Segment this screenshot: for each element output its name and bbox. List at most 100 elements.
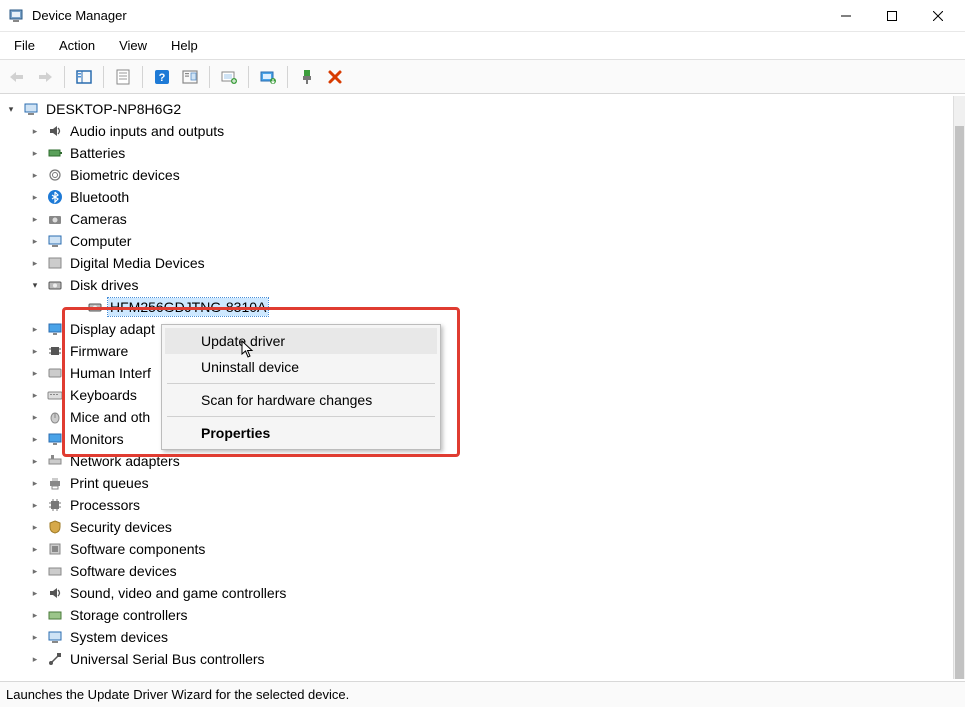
caret-icon[interactable]: ▸	[28, 432, 42, 446]
bluetooth-icon	[46, 188, 64, 206]
caret-icon[interactable]: ▸	[28, 454, 42, 468]
svg-text:?: ?	[159, 72, 166, 84]
caret-icon[interactable]: ▸	[28, 256, 42, 270]
toolbar-back-button[interactable]	[4, 64, 30, 90]
tree-root[interactable]: ▾ DESKTOP-NP8H6G2	[2, 98, 951, 120]
tree-category-software-devices[interactable]: ▸ Software devices	[24, 560, 951, 582]
camera-icon	[46, 210, 64, 228]
audio-icon	[46, 122, 64, 140]
menu-help[interactable]: Help	[159, 34, 210, 57]
context-menu-properties[interactable]: Properties	[165, 420, 437, 446]
tree-category-software-components[interactable]: ▸ Software components	[24, 538, 951, 560]
toolbar-enable-device-button[interactable]	[294, 64, 320, 90]
toolbar-update-driver-button[interactable]	[255, 64, 281, 90]
toolbar-uninstall-device-button[interactable]	[322, 64, 348, 90]
caret-icon[interactable]: ▸	[28, 190, 42, 204]
tree-category-digital-media[interactable]: ▸ Digital Media Devices	[24, 252, 951, 274]
caret-icon[interactable]: ▸	[28, 652, 42, 666]
context-menu-uninstall-device[interactable]: Uninstall device	[165, 354, 437, 380]
caret-icon[interactable]: ▸	[28, 366, 42, 380]
tree-category-security[interactable]: ▸ Security devices	[24, 516, 951, 538]
caret-icon[interactable]: ▸	[28, 542, 42, 556]
context-menu-separator	[167, 416, 435, 417]
caret-icon[interactable]: ▾	[4, 102, 18, 116]
keyboard-icon	[46, 386, 64, 404]
tree-category-biometric[interactable]: ▸ Biometric devices	[24, 164, 951, 186]
app-icon	[8, 8, 24, 24]
caret-icon[interactable]: ▸	[28, 146, 42, 160]
scrollbar-thumb[interactable]	[955, 126, 964, 679]
tree-category-disk-drives[interactable]: ▾ Disk drives	[24, 274, 951, 296]
toolbar-properties-button[interactable]	[110, 64, 136, 90]
close-button[interactable]	[915, 1, 961, 31]
tree-category-usb[interactable]: ▸ Universal Serial Bus controllers	[24, 648, 951, 670]
tree-device-disk-child[interactable]: ▸ HFM256GDJTNG-8310A	[68, 296, 951, 318]
caret-icon[interactable]: ▸	[28, 630, 42, 644]
menu-file[interactable]: File	[2, 34, 47, 57]
context-menu: Update driver Uninstall device Scan for …	[161, 324, 441, 450]
toolbar-action-center-button[interactable]	[177, 64, 203, 90]
context-menu-separator	[167, 383, 435, 384]
fingerprint-icon	[46, 166, 64, 184]
monitor-icon	[46, 430, 64, 448]
printer-icon	[46, 474, 64, 492]
caret-icon[interactable]: ▸	[28, 410, 42, 424]
context-menu-scan-hardware[interactable]: Scan for hardware changes	[165, 387, 437, 413]
security-icon	[46, 518, 64, 536]
vertical-scrollbar[interactable]	[953, 96, 965, 679]
caret-icon[interactable]: ▸	[28, 476, 42, 490]
tree-category-sound[interactable]: ▸ Sound, video and game controllers	[24, 582, 951, 604]
network-icon	[46, 452, 64, 470]
window-title: Device Manager	[32, 8, 127, 23]
tree-root-label: DESKTOP-NP8H6G2	[44, 100, 183, 118]
status-text: Launches the Update Driver Wizard for th…	[6, 687, 349, 702]
tree-category-cameras[interactable]: ▸ Cameras	[24, 208, 951, 230]
caret-icon[interactable]: ▸	[28, 520, 42, 534]
tree-category-computer[interactable]: ▸ Computer	[24, 230, 951, 252]
chip-icon	[46, 342, 64, 360]
minimize-button[interactable]	[823, 1, 869, 31]
storage-icon	[46, 606, 64, 624]
tree-category-bluetooth[interactable]: ▸ Bluetooth	[24, 186, 951, 208]
software-device-icon	[46, 562, 64, 580]
tree-category-storage-controllers[interactable]: ▸ Storage controllers	[24, 604, 951, 626]
toolbar-help-button[interactable]: ?	[149, 64, 175, 90]
toolbar-show-hide-console-button[interactable]	[71, 64, 97, 90]
computer-icon	[22, 100, 40, 118]
disk-icon	[46, 276, 64, 294]
caret-icon[interactable]: ▸	[28, 586, 42, 600]
tree-category-processors[interactable]: ▸ Processors	[24, 494, 951, 516]
menu-view[interactable]: View	[107, 34, 159, 57]
toolbar-scan-hardware-button[interactable]	[216, 64, 242, 90]
caret-icon[interactable]: ▸	[28, 564, 42, 578]
caret-icon[interactable]: ▸	[28, 124, 42, 138]
cpu-icon	[46, 496, 64, 514]
tree-category-system-devices[interactable]: ▸ System devices	[24, 626, 951, 648]
tree-category-audio[interactable]: ▸ Audio inputs and outputs	[24, 120, 951, 142]
caret-icon[interactable]: ▸	[28, 168, 42, 182]
tree-category-batteries[interactable]: ▸ Batteries	[24, 142, 951, 164]
media-icon	[46, 254, 64, 272]
caret-icon[interactable]: ▸	[28, 388, 42, 402]
display-icon	[46, 320, 64, 338]
device-tree-panel: ▾ DESKTOP-NP8H6G2 ▸ Audio inputs and out…	[0, 96, 965, 679]
computer-icon	[46, 232, 64, 250]
toolbar: ?	[0, 60, 965, 94]
toolbar-forward-button[interactable]	[32, 64, 58, 90]
tree-category-network[interactable]: ▸ Network adapters	[24, 450, 951, 472]
caret-icon[interactable]: ▸	[28, 212, 42, 226]
menu-action[interactable]: Action	[47, 34, 107, 57]
hid-icon	[46, 364, 64, 382]
caret-icon[interactable]: ▸	[28, 498, 42, 512]
caret-icon[interactable]: ▸	[28, 608, 42, 622]
usb-icon	[46, 650, 64, 668]
context-menu-update-driver[interactable]: Update driver	[165, 328, 437, 354]
caret-icon[interactable]: ▸	[28, 344, 42, 358]
caret-icon[interactable]: ▸	[28, 322, 42, 336]
maximize-button[interactable]	[869, 1, 915, 31]
caret-icon[interactable]: ▸	[28, 234, 42, 248]
tree-category-print-queues[interactable]: ▸ Print queues	[24, 472, 951, 494]
system-icon	[46, 628, 64, 646]
status-bar: Launches the Update Driver Wizard for th…	[0, 681, 965, 707]
caret-icon[interactable]: ▾	[28, 278, 42, 292]
